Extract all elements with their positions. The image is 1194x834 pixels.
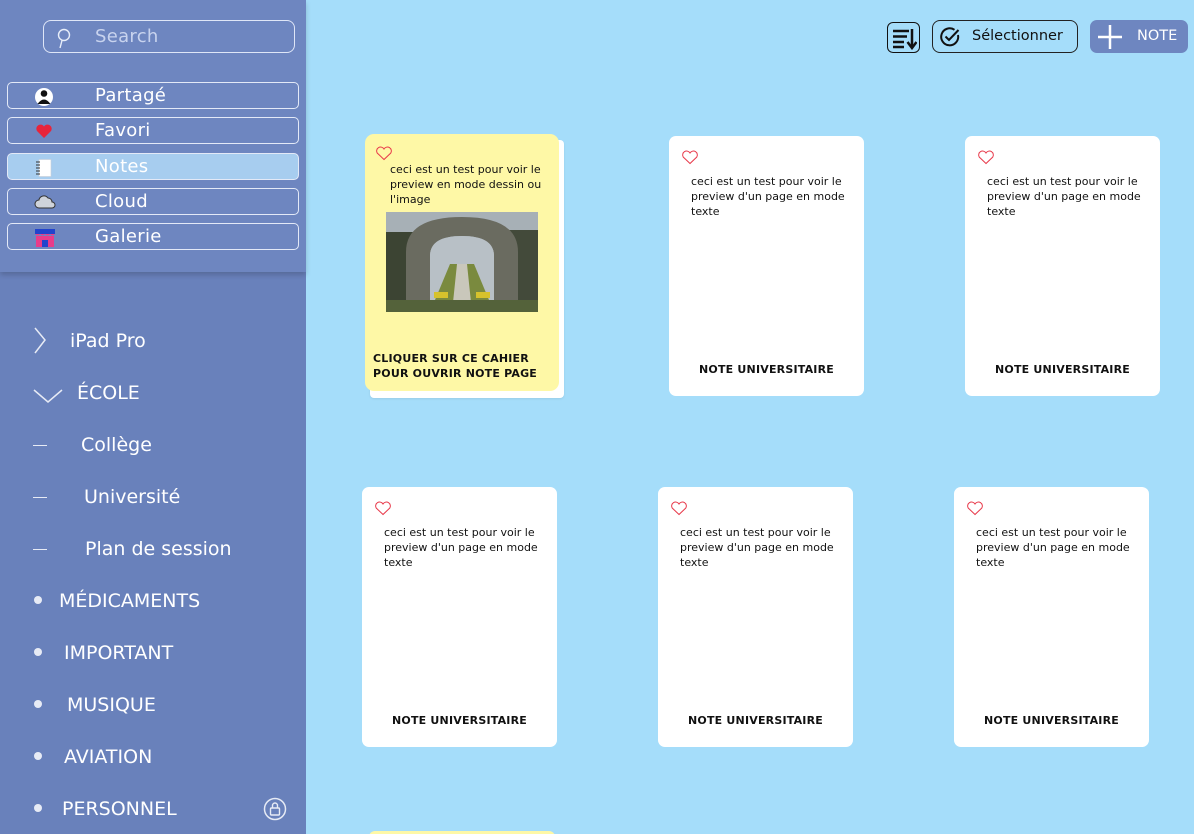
card-title: NOTE UNIVERSITAIRE	[392, 714, 527, 727]
bullet-icon	[34, 648, 42, 656]
tree-item-plan-de-session[interactable]: Plan de session	[0, 535, 306, 563]
nav-label: Galerie	[95, 226, 162, 247]
card-title: CLIQUER SUR CE CAHIER POUR OUVRIR NOTE P…	[373, 352, 538, 380]
bullet-icon	[34, 752, 42, 760]
card-preview-text: ceci est un test pour voir le preview en…	[390, 163, 542, 206]
nav-item-galerie[interactable]: Galerie	[7, 223, 299, 250]
select-label: Sélectionner	[972, 28, 1063, 44]
search-field[interactable]: Search	[43, 20, 295, 53]
note-card[interactable]: ceci est un test pour voir le preview d'…	[362, 487, 557, 747]
dash-icon	[33, 497, 47, 498]
card-title: NOTE UNIVERSITAIRE	[984, 714, 1119, 727]
nav-item-favori[interactable]: Favori	[7, 117, 299, 144]
nav-label: Cloud	[95, 191, 148, 212]
card-preview-text: ceci est un test pour voir le preview d'…	[691, 175, 845, 218]
person-icon	[34, 87, 54, 106]
card-preview-text: ceci est un test pour voir le preview d'…	[976, 526, 1130, 569]
tree-item-musique[interactable]: MUSIQUE	[0, 691, 306, 719]
dash-icon	[33, 549, 47, 550]
heart-icon	[34, 122, 54, 140]
bullet-icon	[34, 596, 42, 604]
search-icon	[56, 28, 72, 54]
tree-label: Université	[84, 486, 181, 508]
heart-outline-icon[interactable]	[670, 501, 688, 520]
tree-label: Plan de session	[85, 538, 232, 560]
select-button[interactable]: Sélectionner	[932, 20, 1078, 53]
dash-icon	[33, 445, 47, 446]
bullet-icon	[34, 804, 42, 812]
shop-icon	[34, 228, 55, 247]
card-preview-text: ceci est un test pour voir le preview d'…	[680, 526, 834, 569]
tree-label: PERSONNEL	[62, 798, 177, 820]
card-title: NOTE UNIVERSITAIRE	[699, 363, 834, 376]
note-card[interactable]: ceci est un test pour voir le preview d'…	[954, 487, 1149, 747]
tree-item-medicaments[interactable]: MÉDICAMENTS	[0, 587, 306, 615]
tree-label: Collège	[81, 434, 152, 456]
tree-label: ÉCOLE	[77, 382, 140, 404]
tree-label: IMPORTANT	[64, 642, 174, 664]
card-title: NOTE UNIVERSITAIRE	[688, 714, 823, 727]
heart-outline-icon[interactable]	[681, 150, 699, 169]
garden-arch-photo	[386, 212, 538, 312]
nav-item-cloud[interactable]: Cloud	[7, 188, 299, 215]
tree-item-ecole[interactable]: ÉCOLE	[0, 379, 306, 407]
tree-label: iPad Pro	[70, 330, 146, 352]
new-note-label: NOTE	[1137, 28, 1178, 44]
heart-outline-icon[interactable]	[966, 501, 984, 520]
sidebar-header: Search Partagé Favori Notes Cloud Galeri…	[0, 0, 306, 272]
sidebar: Search Partagé Favori Notes Cloud Galeri…	[0, 0, 306, 834]
tree-item-aviation[interactable]: AVIATION	[0, 743, 306, 771]
chevron-right-icon	[33, 327, 47, 360]
nav-item-notes[interactable]: Notes	[7, 153, 299, 180]
tree-item-college[interactable]: Collège	[0, 431, 306, 459]
sort-button[interactable]	[887, 22, 920, 53]
tree-item-personnel[interactable]: PERSONNEL	[0, 795, 306, 823]
tree-label: MÉDICAMENTS	[59, 590, 201, 612]
heart-outline-icon[interactable]	[374, 501, 392, 520]
tree-label: AVIATION	[64, 746, 153, 768]
tree-item-universite[interactable]: Université	[0, 483, 306, 511]
notebook-icon	[34, 158, 54, 177]
tree-label: MUSIQUE	[67, 694, 156, 716]
check-circle-icon	[939, 26, 961, 52]
card-preview-text: ceci est un test pour voir le preview d'…	[987, 175, 1141, 218]
note-card[interactable]: ceci est un test pour voir le preview d'…	[669, 136, 864, 396]
bullet-icon	[34, 700, 42, 708]
note-card[interactable]: ceci est un test pour voir le preview d'…	[965, 136, 1160, 396]
tree-item-important[interactable]: IMPORTANT	[0, 639, 306, 667]
card-title: NOTE UNIVERSITAIRE	[995, 363, 1130, 376]
card-preview-text: ceci est un test pour voir le preview d'…	[384, 526, 538, 569]
cloud-icon	[34, 193, 56, 211]
note-card[interactable]: ceci est un test pour voir le preview d'…	[658, 487, 853, 747]
nav-item-partage[interactable]: Partagé	[7, 82, 299, 109]
chevron-down-icon	[33, 387, 63, 410]
sort-list-icon	[891, 26, 918, 54]
nav-label: Notes	[95, 156, 149, 177]
nav-label: Favori	[95, 120, 151, 141]
search-placeholder: Search	[95, 26, 159, 47]
new-note-button[interactable]: NOTE	[1090, 20, 1188, 53]
heart-outline-icon[interactable]	[977, 150, 995, 169]
nav-label: Partagé	[95, 85, 167, 106]
note-card-featured[interactable]: ceci est un test pour voir le preview en…	[365, 134, 559, 391]
plus-icon	[1097, 24, 1123, 54]
lock-icon[interactable]	[263, 797, 287, 826]
tree-item-ipad-pro[interactable]: iPad Pro	[0, 327, 306, 355]
